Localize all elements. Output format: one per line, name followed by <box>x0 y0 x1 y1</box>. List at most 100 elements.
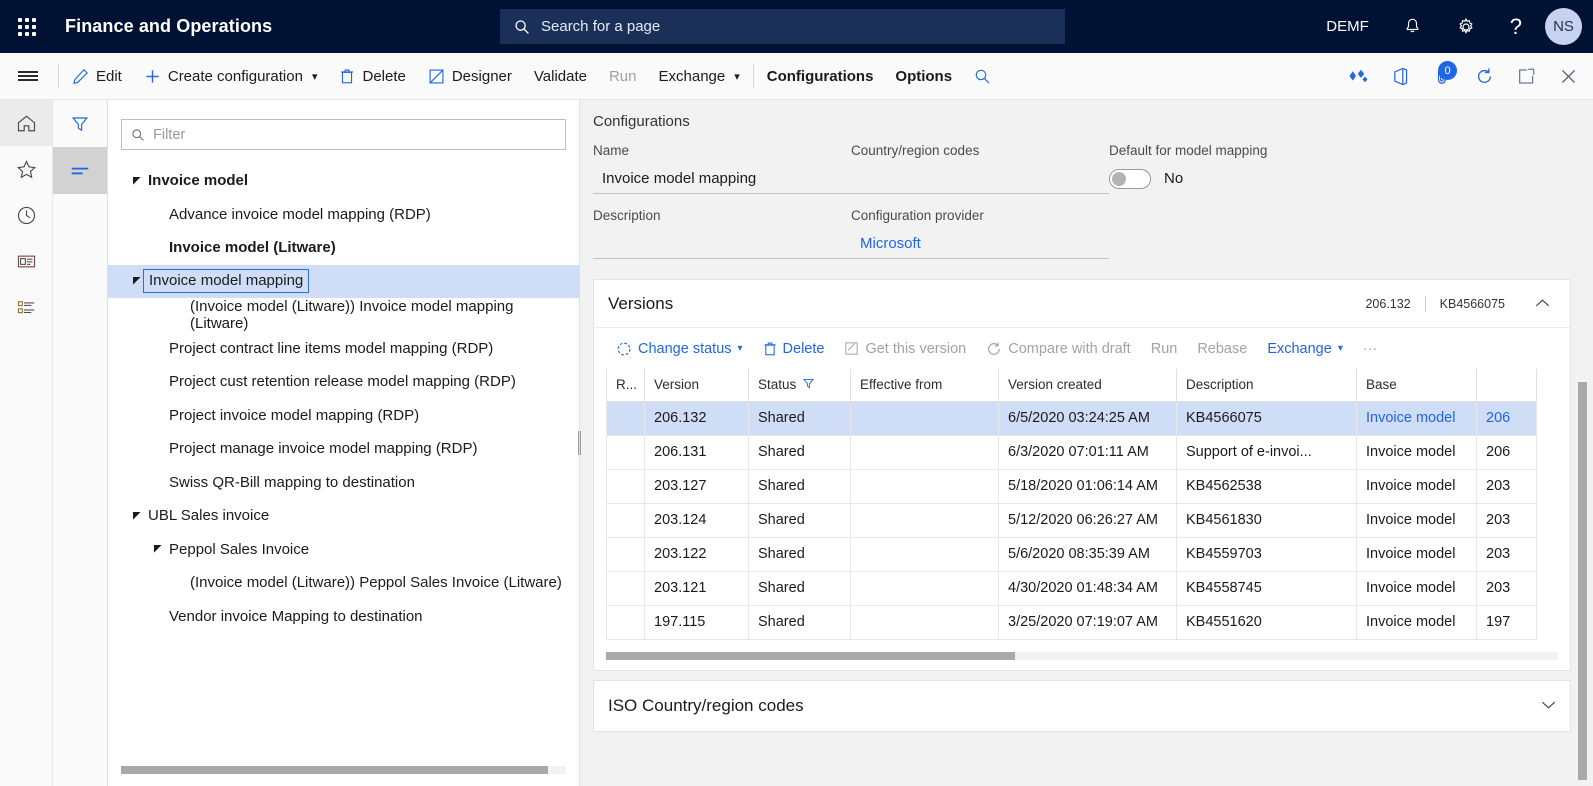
table-row[interactable]: 197.115Shared3/25/2020 07:19:07 AMKB4551… <box>607 605 1537 639</box>
tree-scroll-thumb[interactable] <box>121 766 548 774</box>
rail-item-home[interactable] <box>0 100 52 146</box>
versions-tool-delete[interactable]: Delete <box>753 337 835 361</box>
panel-splitter[interactable] <box>575 100 583 786</box>
tree-node[interactable]: Swiss QR-Bill mapping to destination <box>108 466 579 500</box>
tree-node[interactable]: Project invoice model mapping (RDP) <box>108 399 579 433</box>
table-row[interactable]: 203.121Shared4/30/2020 01:48:34 AMKB4558… <box>607 571 1537 605</box>
grid-cell-status: Shared <box>749 605 851 639</box>
grid-column-header[interactable]: Status <box>749 369 851 401</box>
plus-icon <box>144 68 161 85</box>
versions-tool-compare-with-draft: Compare with draft <box>976 337 1141 361</box>
search-icon <box>514 19 530 35</box>
tree-node[interactable]: Advance invoice model mapping (RDP) <box>108 198 579 232</box>
grid-cell-version_created: 6/3/2020 07:01:11 AM <box>999 435 1177 469</box>
versions-grid-scroll-thumb[interactable] <box>606 652 1015 660</box>
close-icon[interactable] <box>1547 53 1589 99</box>
tree-node[interactable]: (Invoice model (Litware)) Peppol Sales I… <box>108 566 579 600</box>
grid-cell-version: 206.131 <box>645 435 749 469</box>
tree-expander-icon[interactable] <box>126 176 148 186</box>
designer-button[interactable]: Designer <box>417 53 523 99</box>
grid-cell-base: Invoice model <box>1357 503 1477 537</box>
table-row[interactable]: 203.122Shared5/6/2020 08:35:39 AMKB45597… <box>607 537 1537 571</box>
tree-node[interactable]: Vendor invoice Mapping to destination <box>108 600 579 634</box>
grid-column-header[interactable] <box>1477 369 1537 401</box>
main-vertical-scrollbar[interactable] <box>1578 382 1587 780</box>
rail-item-recent[interactable] <box>0 192 52 238</box>
tree-expander-icon[interactable] <box>147 544 169 554</box>
delete-button[interactable]: Delete <box>328 53 416 99</box>
name-field[interactable]: Invoice model mapping <box>593 163 851 194</box>
table-row[interactable]: 203.127Shared5/18/2020 01:06:14 AMKB4562… <box>607 469 1537 503</box>
tree-node[interactable]: (Invoice model (Litware)) Invoice model … <box>108 298 579 332</box>
chevron-down-icon[interactable] <box>1541 697 1556 715</box>
grid-cell-effective_from <box>851 503 999 537</box>
tree-node[interactable]: Peppol Sales Invoice <box>108 533 579 567</box>
tree-node[interactable]: Invoice model mapping <box>108 265 579 299</box>
company-selector[interactable]: DEMF <box>1309 0 1386 53</box>
filter-input[interactable]: Filter <box>121 119 566 150</box>
grid-column-header[interactable]: Description <box>1177 369 1357 401</box>
tree-node[interactable]: Invoice model (Litware) <box>108 231 579 265</box>
main-scroll-thumb[interactable] <box>1578 382 1587 780</box>
description-field[interactable] <box>593 228 851 259</box>
tab-configurations[interactable]: Configurations <box>756 53 885 99</box>
tree-expander-icon[interactable] <box>126 511 148 521</box>
country-field[interactable] <box>851 163 1109 194</box>
grid-column-header[interactable]: R... <box>607 369 645 401</box>
edit-button[interactable]: Edit <box>61 53 133 99</box>
global-search-input[interactable]: Search for a page <box>500 9 1065 44</box>
provider-field[interactable]: Microsoft <box>851 228 1109 259</box>
grid-cell-effective_from <box>851 571 999 605</box>
toolbar-search-button[interactable] <box>963 53 1002 99</box>
grid-column-header[interactable]: Version created <box>999 369 1177 401</box>
versions-tool-exchange[interactable]: Exchange▾ <box>1257 337 1353 361</box>
lines-pane-toggle[interactable] <box>53 147 107 194</box>
default-for-model-mapping-toggle[interactable] <box>1109 169 1151 189</box>
grid-column-header[interactable]: Effective from <box>851 369 999 401</box>
office-icon[interactable] <box>1379 53 1421 99</box>
app-launcher-icon[interactable] <box>0 0 53 53</box>
table-row[interactable]: 206.132Shared6/5/2020 03:24:25 AMKB45660… <box>607 401 1537 435</box>
versions-grid-wrap: R...VersionStatusEffective fromVersion c… <box>594 369 1570 640</box>
tree-node-label: UBL Sales invoice <box>148 507 269 524</box>
tree-node[interactable]: Invoice model <box>108 164 579 198</box>
versions-tool-rebase: Rebase <box>1187 337 1257 361</box>
configuration-tree: Invoice modelAdvance invoice model mappi… <box>108 164 579 766</box>
rail-item-favorites[interactable] <box>0 146 52 192</box>
attachment-icon[interactable]: 0 <box>1421 53 1463 99</box>
grid-cell-status: Shared <box>749 469 851 503</box>
popout-icon[interactable] <box>1505 53 1547 99</box>
rail-item-workspaces[interactable] <box>0 238 52 284</box>
grid-cell-base: Invoice model <box>1357 571 1477 605</box>
tab-options[interactable]: Options <box>884 53 963 99</box>
versions-grid-horizontal-scrollbar[interactable] <box>606 652 1558 660</box>
question-icon[interactable]: ? <box>1493 0 1539 53</box>
validate-button[interactable]: Validate <box>523 53 598 99</box>
versions-tool-label: Rebase <box>1197 341 1247 357</box>
trash-icon <box>339 68 355 85</box>
hamburger-icon[interactable] <box>0 53 56 99</box>
dynamics-diamond-icon[interactable] <box>1337 53 1379 99</box>
versions-tool-change-status[interactable]: Change status▾ <box>606 337 753 361</box>
create-configuration-button[interactable]: Create configuration ▾ <box>133 53 329 99</box>
avatar[interactable]: NS <box>1545 8 1582 45</box>
bell-icon[interactable] <box>1386 0 1439 53</box>
tree-node[interactable]: UBL Sales invoice <box>108 499 579 533</box>
grid-column-header[interactable]: Version <box>645 369 749 401</box>
chevron-up-icon[interactable] <box>1519 296 1556 311</box>
exchange-button[interactable]: Exchange ▾ <box>648 53 751 99</box>
tree-node[interactable]: Project cust retention release model map… <box>108 365 579 399</box>
tree-node[interactable]: Project manage invoice model mapping (RD… <box>108 432 579 466</box>
filter-icon[interactable] <box>803 377 814 392</box>
rail-item-modules[interactable] <box>0 284 52 330</box>
tree-horizontal-scrollbar[interactable] <box>108 766 579 786</box>
table-row[interactable]: 206.131Shared6/3/2020 07:01:11 AMSupport… <box>607 435 1537 469</box>
iso-country-region-codes-section[interactable]: ISO Country/region codes <box>593 680 1571 732</box>
grid-cell-description: KB4551620 <box>1177 605 1357 639</box>
gear-icon[interactable] <box>1439 0 1493 53</box>
grid-column-header[interactable]: Base <box>1357 369 1477 401</box>
refresh-icon[interactable] <box>1463 53 1505 99</box>
filter-pane-toggle[interactable] <box>53 100 107 147</box>
table-row[interactable]: 203.124Shared5/12/2020 06:26:27 AMKB4561… <box>607 503 1537 537</box>
tree-node[interactable]: Project contract line items model mappin… <box>108 332 579 366</box>
